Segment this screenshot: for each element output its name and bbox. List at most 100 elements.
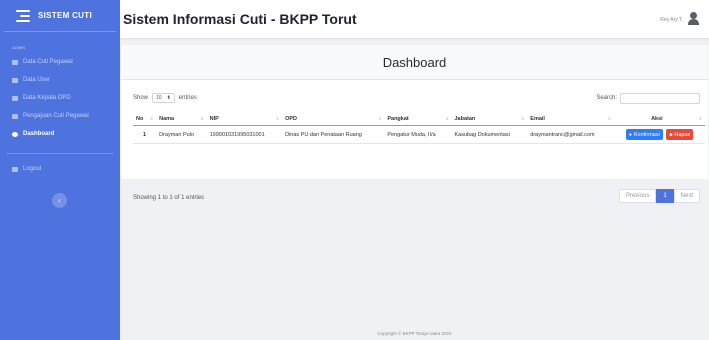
sidebar-item-data-kepala-opd[interactable]: Data Kepala OPD [0,89,120,107]
column-header-opd[interactable]: OPD ⇅ [282,113,385,126]
column-label: No [136,116,144,122]
sidebar-item-data-user[interactable]: Data User [0,71,120,89]
column-label: Jabatan [454,116,476,122]
app-title-main: Sistem Informasi Cuti [123,11,267,27]
hapus-button[interactable]: ■ Hapus [666,129,694,140]
trash-icon: ■ [669,131,673,138]
users-icon [12,77,18,83]
column-header-pangkat[interactable]: Pangkat ⇅ [384,113,452,126]
sort-caret-icon: ⬍ [166,95,171,101]
entries-value: 10 [156,95,162,101]
table-controls: Show 10 ⬍ entries Search: [133,92,700,104]
cell-nama: Drayman Pulo [156,125,207,144]
copyright: Copyright © BKPP Toraja Utara 2022 [377,331,452,336]
info-icon: ● [628,131,632,138]
sort-icon: ⇅ [445,116,449,121]
pagination-next[interactable]: Next [673,189,700,203]
avatar[interactable] [687,12,700,26]
column-label: Email [530,116,545,122]
info-prefix: Showing [133,195,157,201]
info-total: 1 [181,195,185,201]
sidebar-item-label: Data Kepala OPD [23,95,71,101]
column-label: NIP [209,116,219,122]
cell-nip: 199001031995031001 [206,125,283,144]
konfirmasi-button[interactable]: ● Konfirmasi [625,129,663,140]
column-header-aksi[interactable]: Aksi ⇅ [614,113,705,126]
column-header-jabatan[interactable]: Jabatan ⇅ [451,113,528,126]
data-table: No ⇅ Nama ⇅ NIP ⇅ OPD ⇅ Pangkat ⇅ Jabatan ⇅ Em… [133,113,705,144]
user-tie-icon [12,95,18,101]
column-label: Nama [159,116,175,122]
table-row: 1 Drayman Pulo 199001031995031001 Dinas … [133,125,705,144]
sort-icon: ⇅ [607,116,612,121]
list-icon [12,113,18,119]
chevron-left-icon: ‹ [58,196,61,205]
brand[interactable]: SISTEM CUTI [4,0,116,32]
topbar: Sistem Informasi Cuti - BKPP Torut Rey A… [120,0,709,38]
search-input[interactable] [620,92,700,104]
sidebar-item-data-cuti-pegawai[interactable]: Data Cuti Pegawai [0,53,120,71]
table-icon [12,59,18,65]
sidebar-divider [6,153,114,154]
pagination: Previous 1 Next [618,189,700,203]
table-info: Showing 1 to 1 of 1 entries [133,195,204,201]
pagination-page-1[interactable]: 1 [656,189,674,203]
search-wrap: Search: [596,92,700,104]
column-label: OPD [285,116,297,122]
sidebar-item-label: Pengajuan Cuti Pegawai [23,113,89,119]
sidebar-item-pengajuan-cuti-pegawai[interactable]: Pengajuan Cuti Pegawai [0,107,120,125]
column-header-nama[interactable]: Nama ⇅ [156,113,207,126]
pagination-previous[interactable]: Previous [618,189,657,203]
sort-icon: ⇅ [200,116,204,121]
cell-aksi: ● Konfirmasi ■ Hapus [614,125,705,144]
column-header-email[interactable]: Email ⇅ [527,113,615,126]
table-footer: Showing 1 to 1 of 1 entries Previous 1 N… [133,189,700,211]
info-of-word: of [174,195,180,201]
sidebar-item-label: Dashboard [23,131,55,137]
show-label: Show [133,95,149,101]
sidebar-item-logout[interactable]: Logout [0,160,120,178]
entries-label: entries [178,95,197,101]
sidebar-item-dashboard[interactable]: Dashboard [0,125,120,143]
table-header-row: No ⇅ Nama ⇅ NIP ⇅ OPD ⇅ Pangkat ⇅ Jabatan ⇅ Em… [133,113,705,126]
info-suffix: entries [186,195,205,201]
sidebar-toggle-button[interactable]: ‹ [52,193,67,208]
cell-opd: Dinas PU dan Penataan Ruang [282,125,385,144]
info-to: 1 [169,195,173,201]
sidebar-item-label: Logout [23,166,42,172]
info-to-word: to [162,195,168,201]
konfirmasi-label: Konfirmasi [633,131,660,138]
dashboard-icon [12,131,18,137]
cell-pangkat: Pengatur Muda, II/a [384,125,452,144]
user-avatar-icon [690,12,697,19]
column-header-nip[interactable]: NIP ⇅ [206,113,283,126]
info-from: 1 [157,195,162,201]
column-label: Aksi [651,116,663,122]
column-header-no[interactable]: No ⇅ [133,113,157,126]
cell-email: draymantranc@gmail.com [527,125,615,144]
content-card: Dashboard Show 10 ⬍ entries Search: No ⇅ … [121,45,708,203]
sidebar-heading: ADMIN [12,45,26,50]
page-title: Dashboard [382,54,447,70]
brand-name: SISTEM CUTI [38,11,92,20]
sort-icon: ⇅ [149,116,154,121]
sidebar-item-label: Data User [23,77,51,83]
user-name[interactable]: Rey Ary T. [660,17,683,23]
cell-jabatan: Kasubag Dokumentasi [451,125,528,144]
sort-icon: ⇅ [275,116,280,121]
entries-select[interactable]: 10 ⬍ [152,93,175,103]
app-title-suffix: - BKPP Torut [270,11,357,27]
hapus-label: Hapus [674,131,691,138]
logout-icon [12,166,18,172]
card-header: Dashboard [121,45,708,80]
sort-icon: ⇅ [377,116,382,121]
cell-no: 1 [133,125,157,144]
sidebar-item-label: Data Cuti Pegawai [23,59,73,65]
column-label: Pangkat [387,116,409,122]
sort-icon: ⇅ [520,116,525,121]
avatar-body [688,19,699,25]
search-label: Search: [596,95,617,101]
sort-icon: ⇅ [698,116,702,121]
app-title: Sistem Informasi Cuti - BKPP Torut [123,11,357,27]
menu-logo-icon [16,9,30,22]
